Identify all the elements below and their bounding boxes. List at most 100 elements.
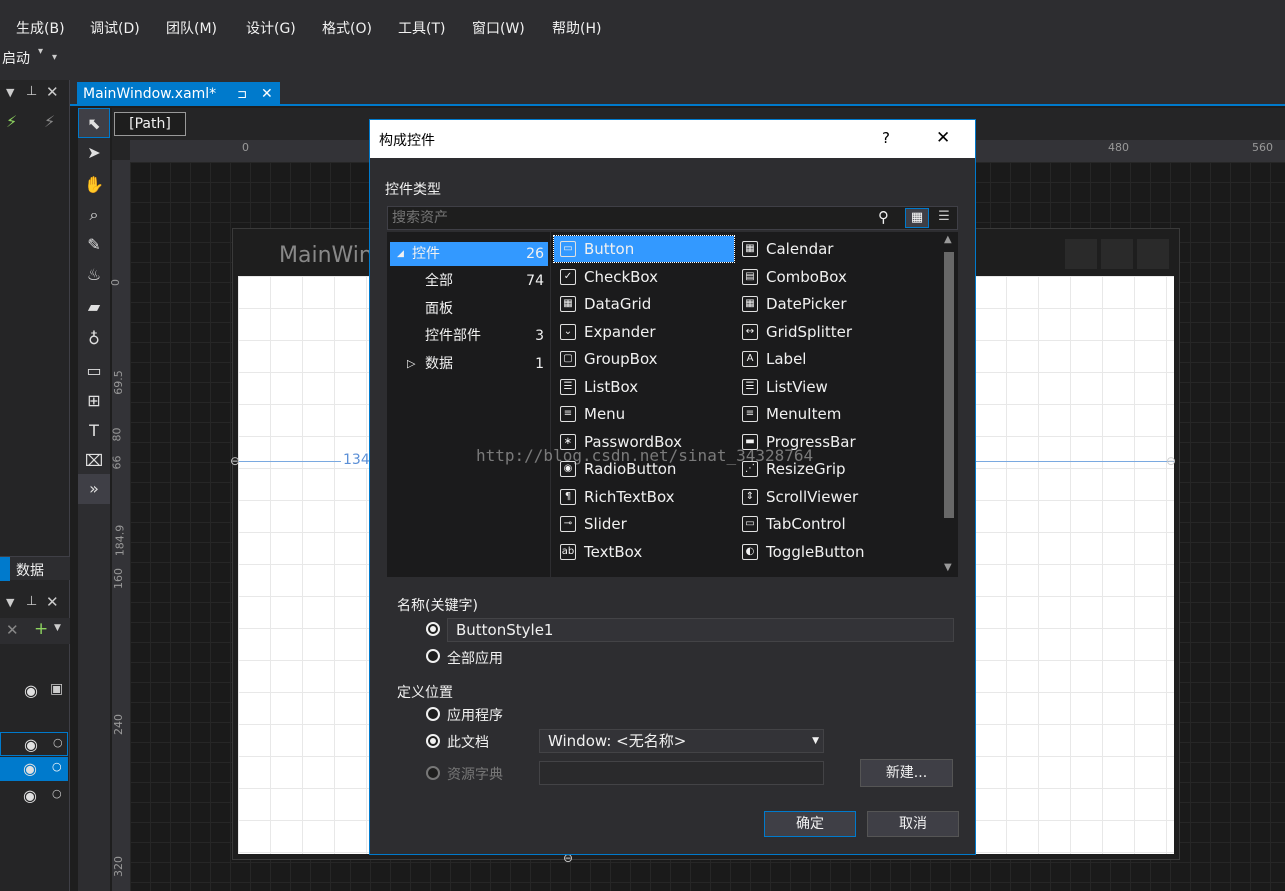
search-box[interactable]: ⚲ ▦ ☰ [387,206,958,230]
control-item-scrollviewer[interactable]: ⇕ ScrollViewer [736,484,916,510]
pen-icon[interactable]: ♁ [78,324,110,354]
tab-mainwindow-xaml[interactable]: MainWindow.xaml* ⊐ ✕ [77,82,280,106]
tree-item-all[interactable]: 全部 74 [390,269,548,293]
eraser-icon[interactable]: ▰ [78,292,110,322]
control-item-menuitem[interactable]: ≡ MenuItem [736,401,916,427]
close-tab-icon[interactable]: ✕ [261,82,273,106]
list-view-icon[interactable]: ☰ [933,208,955,228]
delete-icon[interactable]: ✕ [6,621,19,639]
control-item-groupbox[interactable]: ▢ GroupBox [554,346,734,372]
tree-item-data[interactable]: ▷ 数据 1 [390,352,548,376]
eye-icon[interactable]: ◉ [23,786,37,805]
direct-select-icon[interactable]: ➤ [78,138,110,168]
right-anchor-icon[interactable]: ⊖ [1166,454,1176,468]
control-item-calendar[interactable]: ▦ Calendar [736,236,916,262]
resource-dict-radio[interactable] [426,766,440,780]
name-radio[interactable] [426,622,440,636]
style-name-input[interactable]: ButtonStyle1 [447,618,954,642]
lock-toggle-icon[interactable]: ○ [52,760,62,773]
grid-view-icon[interactable]: ▦ [905,208,929,228]
menu-debug[interactable]: 调试(D) [90,18,140,38]
dialog-close-button[interactable]: ✕ [936,128,950,148]
this-document-radio[interactable] [426,734,440,748]
new-button[interactable]: 新建... [860,759,953,787]
add-icon[interactable]: + [34,619,48,639]
selection-tool-icon[interactable]: ⬉ [78,108,110,138]
pin-icon[interactable]: ⊥ [26,84,37,99]
search-input[interactable] [392,208,872,228]
control-item-tabcontrol[interactable]: ▭ TabControl [736,511,916,537]
grid-tool-icon[interactable]: ⊞ [78,386,110,416]
application-radio[interactable] [426,707,440,721]
panel-tab-active[interactable] [0,557,10,581]
menu-team[interactable]: 团队(M) [166,18,217,38]
lightning-add-icon[interactable]: ⚡ [6,112,17,131]
ok-button[interactable]: 确定 [764,811,856,837]
search-icon[interactable]: ⚲ [878,208,889,226]
pin-icon-2[interactable]: ⊥ [26,594,37,609]
start-button[interactable]: 启动 [2,48,30,68]
control-item-menu[interactable]: ≡ Menu [554,401,734,427]
close-icon[interactable]: ✕ [46,83,59,101]
paint-bucket-icon[interactable]: ♨ [78,260,110,290]
menu-format[interactable]: 格式(O) [322,18,372,38]
eye-icon[interactable]: ◉ [24,681,38,700]
pan-hand-icon[interactable]: ✋ [78,170,110,200]
menu-tools[interactable]: 工具(T) [398,18,445,38]
chevron-down-icon[interactable]: ▼ [54,623,61,633]
control-item-datepicker[interactable]: ▦ DatePicker [736,291,916,317]
lock-toggle-icon[interactable]: ○ [52,787,62,800]
object-row-selected[interactable]: ◉ ○ [0,757,68,781]
object-row[interactable]: ◉ ○ [0,732,68,756]
control-item-label[interactable]: A Label [736,346,916,372]
menu-help[interactable]: 帮助(H) [552,18,601,38]
panel-tab-data[interactable]: 数据 [16,560,44,580]
dropdown-arrow-icon[interactable]: ▾ [38,46,43,57]
pin-tab-icon[interactable]: ⊐ [237,82,247,106]
expander-icon[interactable]: ◢ [397,242,404,266]
toolbar-overflow-icon[interactable]: ▾ [52,52,57,63]
left-anchor-icon[interactable]: ⊖ [230,454,240,468]
control-item-combobox[interactable]: ▤ ComboBox [736,264,916,290]
apply-all-radio[interactable] [426,649,440,663]
scroll-down-icon[interactable]: ▼ [944,562,952,573]
cancel-button[interactable]: 取消 [867,811,959,837]
control-item-expander[interactable]: ⌄ Expander [554,319,734,345]
lightning-icon[interactable]: ⚡ [44,112,55,131]
expander-icon[interactable]: ▷ [407,352,415,376]
scrollbar[interactable]: ▲ ▼ [940,232,958,577]
text-tool-icon[interactable]: T [78,416,110,446]
control-item-listbox[interactable]: ☰ ListBox [554,374,734,400]
tree-item-controls[interactable]: ◢ 控件 26 [390,242,548,266]
control-item-slider[interactable]: ⊸ Slider [554,511,734,537]
close-icon-2[interactable]: ✕ [46,593,59,611]
lock-icon[interactable]: ▣ [50,681,63,697]
tree-item-panels[interactable]: 面板 [390,297,548,321]
control-item-datagrid[interactable]: ▦ DataGrid [554,291,734,317]
breadcrumb[interactable]: [Path] [114,112,186,136]
rectangle-tool-icon[interactable]: ▭ [78,356,110,386]
scroll-up-icon[interactable]: ▲ [944,234,952,245]
control-item-checkbox[interactable]: ✓ CheckBox [554,264,734,290]
lock-toggle-icon[interactable]: ○ [53,736,63,749]
resource-dict-select[interactable] [539,761,824,785]
chevron-down-icon[interactable]: ▼ [812,730,819,752]
panel-menu-icon-2[interactable]: ▼ [6,596,14,609]
control-item-textbox[interactable]: ab TextBox [554,539,734,565]
control-item-button[interactable]: ▭ Button [553,235,735,263]
help-button[interactable]: ? [882,129,890,147]
button-tool-icon[interactable]: ⌧ [78,446,110,476]
control-item-gridsplitter[interactable]: ↔ GridSplitter [736,319,916,345]
eye-icon[interactable]: ◉ [23,759,37,778]
panel-menu-icon[interactable]: ▼ [6,86,14,99]
zoom-icon[interactable]: ⌕ [78,200,110,230]
control-item-richtextbox[interactable]: ¶ RichTextBox [554,484,734,510]
document-select[interactable]: Window: <无名称> ▼ [539,729,824,753]
menu-design[interactable]: 设计(G) [246,18,296,38]
tree-item-control-parts[interactable]: 控件部件 3 [390,324,548,348]
object-row[interactable]: ◉ ○ [0,784,68,808]
scrollbar-thumb[interactable] [944,252,954,518]
control-item-listview[interactable]: ☰ ListView [736,374,916,400]
eyedropper-icon[interactable]: ✎ [78,230,110,260]
menu-build[interactable]: 生成(B) [16,18,65,38]
